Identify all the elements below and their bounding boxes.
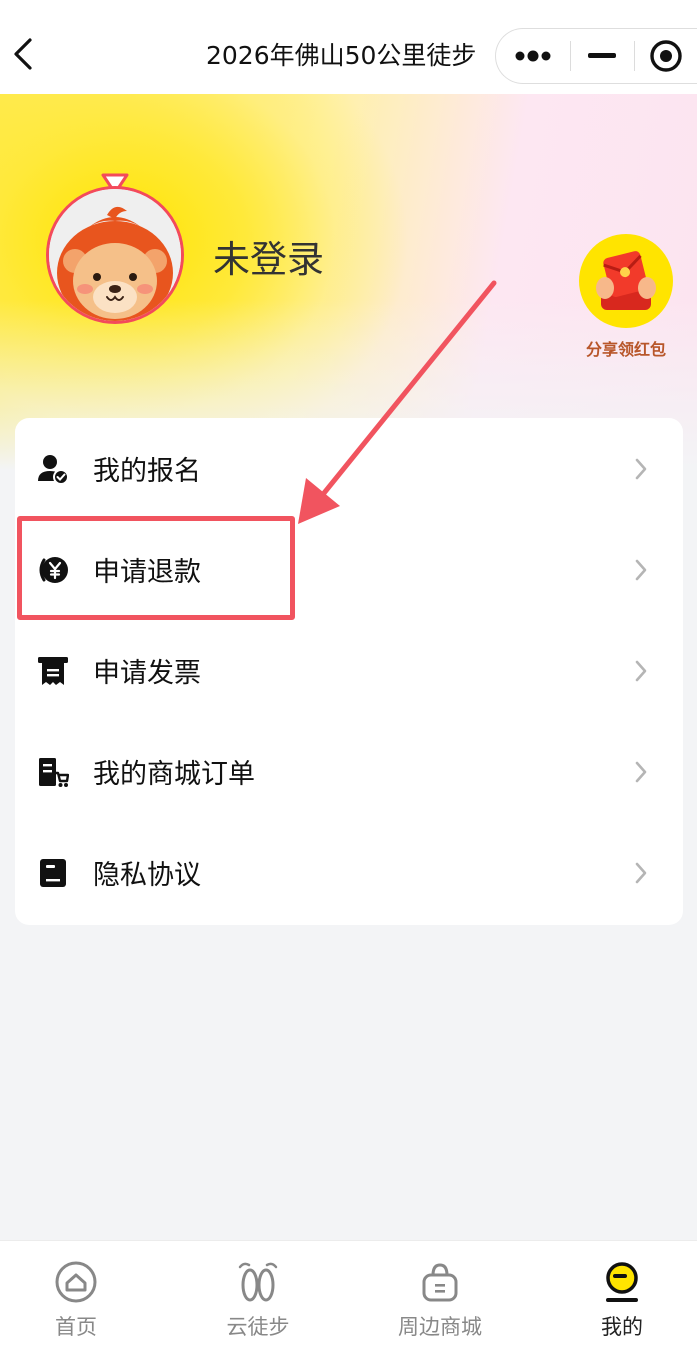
chevron-right-icon bbox=[635, 559, 647, 580]
navigation-bar: 2026年佛山50公里徒步 bbox=[0, 0, 697, 94]
minimize-icon bbox=[588, 53, 617, 58]
menu-item-label: 我的商城订单 bbox=[93, 759, 255, 790]
red-envelope-icon bbox=[596, 251, 656, 310]
share-red-envelope-button[interactable]: 分享领红包 bbox=[578, 234, 674, 364]
username-label[interactable]: 未登录 bbox=[213, 234, 324, 286]
tab-label: 首页 bbox=[55, 1315, 97, 1339]
avatar-image bbox=[46, 186, 184, 324]
share-icon-circle bbox=[579, 234, 673, 328]
menu-item-invoice[interactable]: 申请发票 bbox=[15, 620, 683, 721]
home-icon bbox=[53, 1259, 99, 1305]
tab-mine[interactable]: 我的 bbox=[552, 1241, 692, 1345]
menu-item-shop-orders[interactable]: 我的商城订单 bbox=[15, 721, 683, 822]
tab-shop[interactable]: 周边商城 bbox=[370, 1241, 510, 1345]
footprints-icon bbox=[235, 1259, 281, 1305]
menu-card: 我的报名 申请退款 申请发票 我的商城订单 隐私协议 bbox=[15, 418, 683, 925]
bottom-tab-bar: 首页 云徒步 周边商城 我的 bbox=[0, 1240, 697, 1345]
tab-cloud-hiking[interactable]: 云徒步 bbox=[188, 1241, 328, 1345]
user-check-icon bbox=[37, 453, 69, 485]
menu-item-label: 我的报名 bbox=[93, 456, 201, 487]
page: 2026年佛山50公里徒步 未登录 分享领红包 我的报名 申请退款 申请发票 我… bbox=[0, 0, 697, 1345]
more-dots-icon bbox=[515, 50, 551, 62]
mini-program-capsule bbox=[495, 28, 697, 84]
privacy-doc-icon bbox=[37, 857, 69, 889]
tab-label: 云徒步 bbox=[226, 1315, 290, 1339]
menu-item-privacy[interactable]: 隐私协议 bbox=[15, 822, 683, 923]
share-label: 分享领红包 bbox=[585, 340, 666, 359]
tab-label: 我的 bbox=[601, 1315, 643, 1339]
menu-item-my-registration[interactable]: 我的报名 bbox=[15, 418, 683, 519]
chevron-right-icon bbox=[635, 660, 647, 681]
back-button[interactable] bbox=[8, 34, 38, 74]
chevron-right-icon bbox=[635, 862, 647, 883]
page-title: 2026年佛山50公里徒步 bbox=[206, 41, 477, 70]
chevron-right-icon bbox=[635, 761, 647, 782]
tab-label: 周边商城 bbox=[398, 1315, 482, 1339]
more-button[interactable] bbox=[496, 28, 570, 84]
minimize-button[interactable] bbox=[571, 28, 635, 84]
target-close-icon bbox=[650, 40, 682, 72]
tab-home[interactable]: 首页 bbox=[6, 1241, 146, 1345]
shopping-bag-icon bbox=[417, 1259, 463, 1305]
chevron-right-icon bbox=[635, 458, 647, 479]
close-button[interactable] bbox=[635, 28, 697, 84]
menu-item-label: 申请发票 bbox=[93, 658, 201, 689]
lion-mascot-avatar bbox=[49, 189, 181, 321]
avatar[interactable] bbox=[44, 173, 186, 328]
receipt-icon bbox=[37, 655, 69, 687]
refund-highlight-box bbox=[17, 516, 295, 620]
chevron-left-icon bbox=[14, 38, 32, 70]
menu-item-label: 隐私协议 bbox=[93, 860, 201, 891]
profile-face-icon bbox=[599, 1259, 645, 1305]
shop-order-icon bbox=[37, 756, 69, 788]
